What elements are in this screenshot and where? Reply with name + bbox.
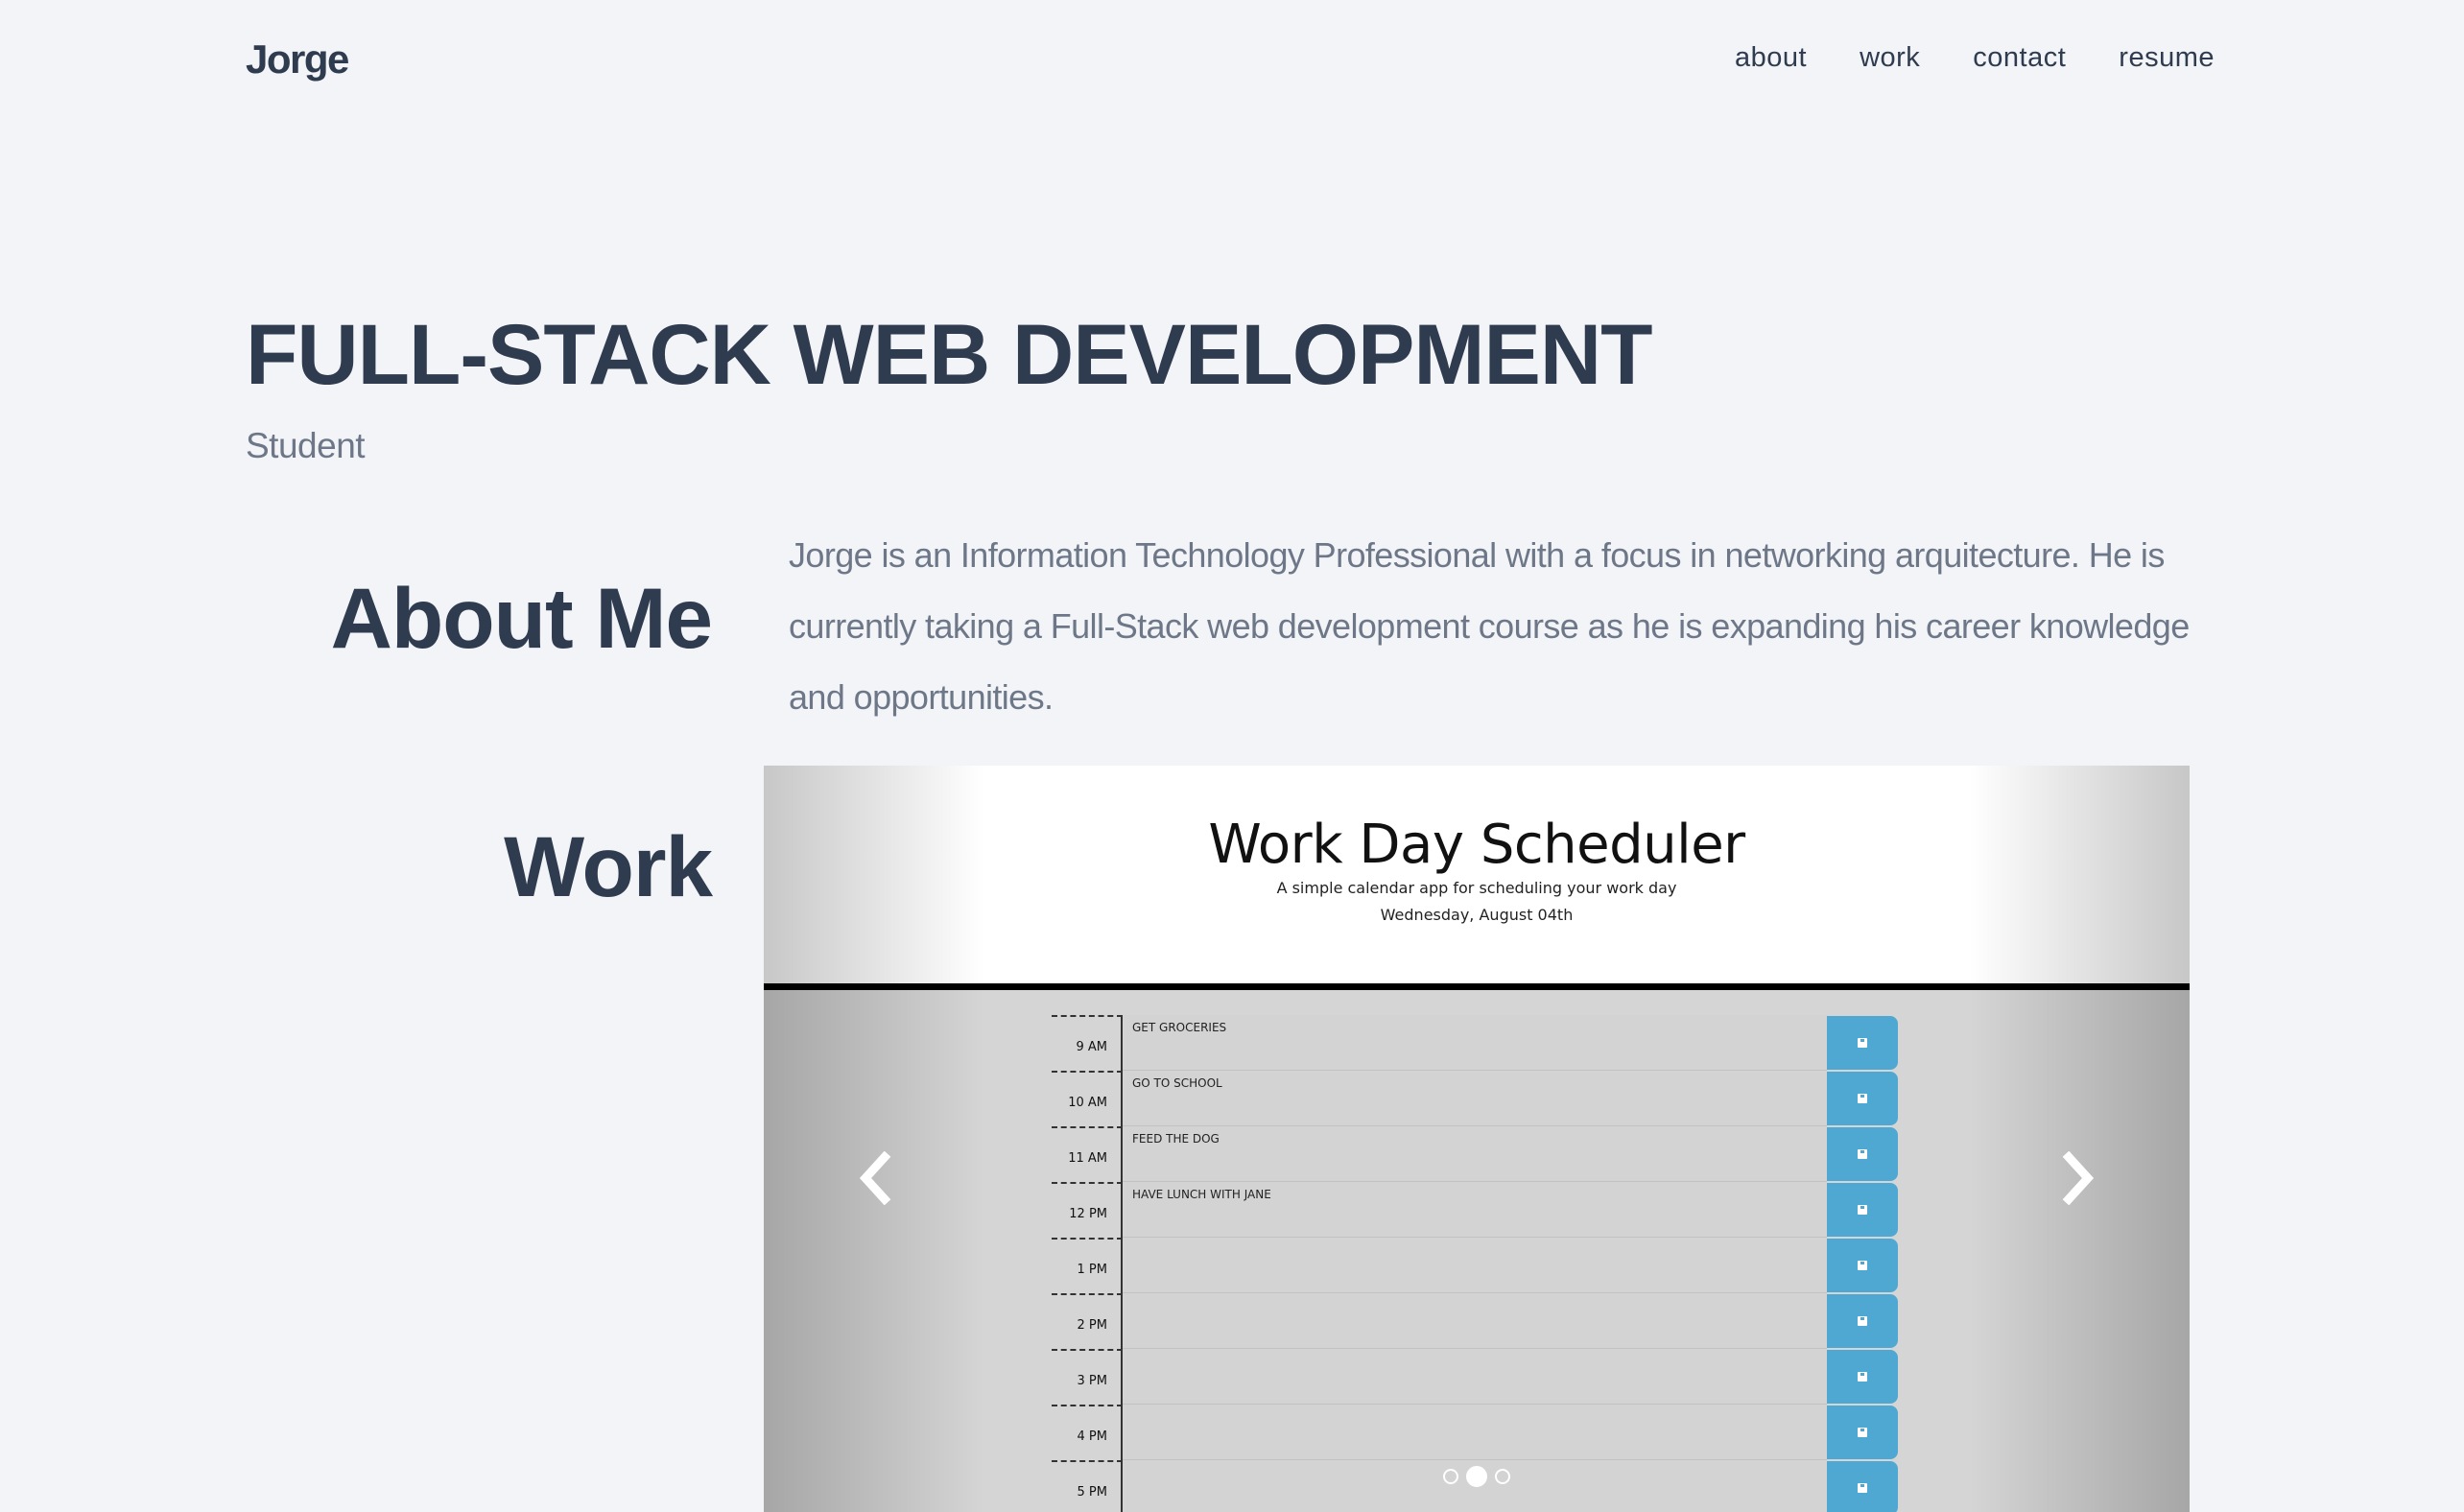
save-button[interactable] (1827, 1294, 1898, 1348)
hour-label: 3 PM (1052, 1349, 1123, 1405)
save-button[interactable] (1827, 1350, 1898, 1404)
page-subtitle: Student (246, 426, 366, 465)
slide-header: Work Day Scheduler A simple calendar app… (764, 766, 2190, 984)
hour-label: 1 PM (1052, 1238, 1123, 1293)
save-icon (1858, 1038, 1867, 1048)
task-field[interactable]: HAVE LUNCH WITH JANE (1123, 1182, 1827, 1238)
save-icon (1858, 1094, 1867, 1103)
page-title: FULL-STACK WEB DEVELOPMENT (246, 306, 1652, 402)
task-field[interactable] (1123, 1405, 1827, 1460)
chevron-right-icon (2059, 1151, 2097, 1205)
hour-label: 11 AM (1052, 1126, 1123, 1182)
save-button[interactable] (1827, 1016, 1898, 1070)
carousel-next-button[interactable] (2049, 1140, 2107, 1217)
save-icon (1858, 1428, 1867, 1437)
nav-link-resume[interactable]: resume (2119, 42, 2215, 74)
nav-link-work[interactable]: work (1860, 42, 1920, 74)
task-field[interactable]: GO TO SCHOOL (1123, 1071, 1827, 1126)
save-button[interactable] (1827, 1127, 1898, 1181)
save-icon (1858, 1205, 1867, 1215)
hour-label: 4 PM (1052, 1405, 1123, 1460)
nav-links: about work contact resume (1735, 42, 2215, 74)
save-icon (1858, 1372, 1867, 1382)
slide-title: Work Day Scheduler (1208, 814, 1745, 876)
slide-divider (764, 983, 2190, 990)
about-text: Jorge is an Information Technology Profe… (789, 535, 2190, 717)
carousel-prev-button[interactable] (846, 1140, 904, 1217)
schedule-rows: 9 AM GET GROCERIES 10 AM GO TO SCHOOL 11 AM F… (1052, 1015, 1915, 1512)
hour-label: 9 AM (1052, 1015, 1123, 1071)
carousel-indicator-dot[interactable] (1495, 1469, 1510, 1484)
hour-label: 2 PM (1052, 1293, 1123, 1349)
save-icon (1858, 1149, 1867, 1159)
nav-link-about[interactable]: about (1735, 42, 1807, 74)
task-field[interactable]: FEED THE DOG (1123, 1126, 1827, 1182)
hour-label: 12 PM (1052, 1182, 1123, 1238)
navbar: Jorge about work contact resume (0, 0, 2464, 125)
save-icon (1858, 1316, 1867, 1326)
task-field[interactable] (1123, 1349, 1827, 1405)
about-heading: About Me (330, 570, 713, 666)
slide-tagline: A simple calendar app for scheduling you… (1276, 879, 1677, 897)
hour-label: 10 AM (1052, 1071, 1123, 1126)
carousel-indicator-dot[interactable] (1466, 1466, 1487, 1487)
time-block-row: 1 PM (1052, 1238, 1915, 1293)
slide-date: Wednesday, August 04th (1380, 906, 1574, 924)
time-block-row: 11 AM FEED THE DOG (1052, 1126, 1915, 1182)
save-button[interactable] (1827, 1072, 1898, 1125)
save-button[interactable] (1827, 1183, 1898, 1237)
chevron-left-icon (856, 1151, 894, 1205)
save-button[interactable] (1827, 1406, 1898, 1459)
save-icon (1858, 1261, 1867, 1270)
work-carousel: Work Day Scheduler A simple calendar app… (764, 766, 2190, 1512)
save-button[interactable] (1827, 1239, 1898, 1292)
time-block-row: 4 PM (1052, 1405, 1915, 1460)
time-block-row: 12 PM HAVE LUNCH WITH JANE (1052, 1182, 1915, 1238)
brand-logo[interactable]: Jorge (246, 36, 349, 83)
time-block-row: 3 PM (1052, 1349, 1915, 1405)
time-block-row: 10 AM GO TO SCHOOL (1052, 1071, 1915, 1126)
carousel-indicator-dot[interactable] (1443, 1469, 1458, 1484)
carousel-indicators (764, 1466, 2190, 1487)
time-block-row: 2 PM (1052, 1293, 1915, 1349)
task-field[interactable] (1123, 1238, 1827, 1293)
task-field[interactable]: GET GROCERIES (1123, 1015, 1827, 1071)
task-field[interactable] (1123, 1293, 1827, 1349)
work-heading: Work (504, 818, 713, 914)
nav-link-contact[interactable]: contact (1973, 42, 2066, 74)
time-block-row: 9 AM GET GROCERIES (1052, 1015, 1915, 1071)
